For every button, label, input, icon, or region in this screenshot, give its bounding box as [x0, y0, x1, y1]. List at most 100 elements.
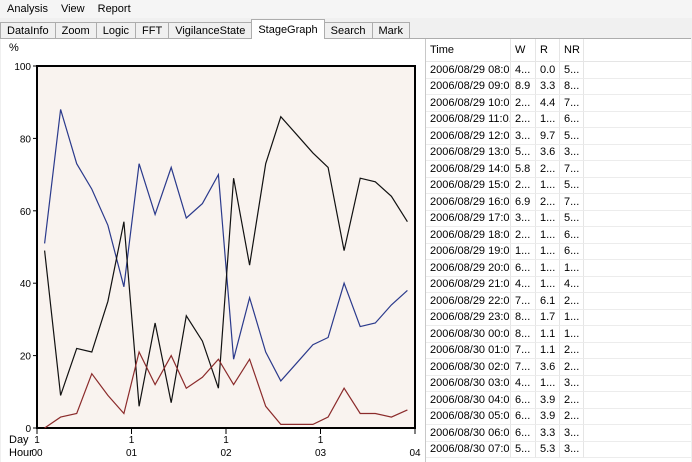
table-cell: 2006/08/30 06:0...	[426, 425, 511, 442]
table-cell: 2...	[560, 359, 584, 376]
y-unit-label: %	[9, 42, 19, 54]
table-row[interactable]: 2006/08/30 04:0... 6... 3.9 2...	[426, 392, 691, 409]
table-cell	[584, 425, 691, 442]
table-row[interactable]: 2006/08/29 20:0... 6... 1... 1...	[426, 260, 691, 277]
table-cell	[584, 178, 691, 194]
col-header-time[interactable]: Time	[426, 39, 511, 61]
table-cell: 7...	[511, 293, 536, 310]
tab-strip: DataInfo Zoom Logic FFT VigilanceState S…	[0, 19, 692, 39]
table-cell: 5...	[560, 177, 584, 194]
table-cell	[584, 62, 691, 79]
table-row[interactable]: 2006/08/30 03:0... 4... 1... 3...	[426, 375, 691, 392]
table-cell: 7...	[560, 194, 584, 211]
tab-mark[interactable]: Mark	[371, 22, 410, 39]
table-cell: 1...	[536, 177, 560, 194]
table-cell: 3...	[560, 144, 584, 161]
table-row[interactable]: 2006/08/29 09:0... 8.9 3.3 8...	[426, 78, 691, 95]
table-row[interactable]: 2006/08/29 19:0... 1... 1... 6...	[426, 243, 691, 260]
table-cell: 2...	[560, 342, 584, 359]
table-cell: 2006/08/29 11:0...	[426, 111, 511, 128]
table-cell: 2006/08/29 20:0...	[426, 260, 511, 277]
col-header-nr[interactable]: NR	[560, 39, 584, 61]
table-cell: 2006/08/29 22:0...	[426, 293, 511, 310]
table-row[interactable]: 2006/08/29 17:0... 3... 1... 5...	[426, 210, 691, 227]
table-cell: 6...	[560, 243, 584, 260]
menu-analysis[interactable]: Analysis	[0, 3, 54, 15]
menu-report[interactable]: Report	[91, 3, 137, 15]
col-header-r[interactable]: R	[536, 39, 560, 61]
table-cell: 3.3	[536, 425, 560, 442]
table-cell: 2006/08/30 00:0...	[426, 326, 511, 343]
table-row[interactable]: 2006/08/29 22:0... 7... 6.1 2...	[426, 293, 691, 310]
table-row[interactable]: 2006/08/30 05:0... 6... 3.9 2...	[426, 408, 691, 425]
table-row[interactable]: 2006/08/29 21:0... 4... 1... 4...	[426, 276, 691, 293]
table-cell: 1...	[560, 260, 584, 277]
stage-table[interactable]: Time W R NR 2006/08/29 08:0... 4... 0.0 5..…	[426, 39, 691, 462]
table-cell: 1...	[536, 210, 560, 227]
table-row[interactable]: 2006/08/30 02:0... 7... 3.6 2...	[426, 359, 691, 376]
table-cell: 1.1	[536, 342, 560, 359]
y-tick-label: 40	[20, 279, 32, 290]
table-cell: 2006/08/30 05:0...	[426, 408, 511, 425]
table-row[interactable]: 2006/08/29 08:0... 4... 0.0 5...	[426, 62, 691, 79]
table-row[interactable]: 2006/08/29 13:0... 5... 3.6 3...	[426, 144, 691, 161]
table-cell: 3.9	[536, 408, 560, 425]
table-cell	[584, 376, 691, 392]
table-body: 2006/08/29 08:0... 4... 0.0 5... 2006/08/29 …	[426, 62, 691, 458]
table-cell: 3.9	[536, 392, 560, 409]
x-tick-day-label: 1	[34, 435, 40, 446]
col-header-w[interactable]: W	[511, 39, 536, 61]
table-cell	[584, 95, 691, 112]
table-row[interactable]: 2006/08/29 11:0... 2... 1... 6...	[426, 111, 691, 128]
table-cell: 3...	[511, 128, 536, 145]
table-cell: 2006/08/29 18:0...	[426, 227, 511, 244]
table-cell: 1...	[511, 243, 536, 260]
table-row[interactable]: 2006/08/30 07:0... 5... 5.3 3...	[426, 441, 691, 458]
table-cell: 2...	[511, 111, 536, 128]
table-cell: 0.0	[536, 62, 560, 79]
table-cell: 1...	[536, 243, 560, 260]
table-cell: 3...	[560, 441, 584, 458]
x-tick-hour-label: 01	[126, 448, 138, 459]
tab-datainfo[interactable]: DataInfo	[0, 22, 56, 39]
menu-view[interactable]: View	[54, 3, 91, 15]
table-row[interactable]: 2006/08/29 14:0... 5.8 2... 7...	[426, 161, 691, 178]
table-cell: 2006/08/30 01:0...	[426, 342, 511, 359]
x-tick-day-label: 1	[129, 435, 135, 446]
tab-zoom[interactable]: Zoom	[54, 22, 97, 39]
table-row[interactable]: 2006/08/30 00:0... 8... 1.1 1...	[426, 326, 691, 343]
table-cell: 9.7	[536, 128, 560, 145]
table-cell: 2006/08/29 12:0...	[426, 128, 511, 145]
col-header-extra	[584, 39, 691, 61]
table-row[interactable]: 2006/08/29 16:0... 6.9 2... 7...	[426, 194, 691, 211]
table-row[interactable]: 2006/08/29 18:0... 2... 1... 6...	[426, 227, 691, 244]
table-row[interactable]: 2006/08/29 23:0... 8... 1.7 1...	[426, 309, 691, 326]
tab-search[interactable]: Search	[323, 22, 373, 39]
table-cell: 6...	[560, 111, 584, 128]
table-row[interactable]: 2006/08/30 06:0... 6... 3.3 3...	[426, 425, 691, 442]
tab-vigilancestate[interactable]: VigilanceState	[168, 22, 253, 39]
table-cell	[584, 310, 691, 326]
table-header: Time W R NR	[426, 39, 691, 62]
table-row[interactable]: 2006/08/30 01:0... 7... 1.1 2...	[426, 342, 691, 359]
tab-logic[interactable]: Logic	[95, 22, 137, 39]
table-cell: 2006/08/29 19:0...	[426, 243, 511, 260]
table-cell: 5...	[560, 128, 584, 145]
table-cell: 2006/08/30 02:0...	[426, 359, 511, 376]
x-tick-hour-label: 04	[409, 448, 421, 459]
table-row[interactable]: 2006/08/29 15:0... 2... 1... 5...	[426, 177, 691, 194]
table-cell: 3...	[560, 375, 584, 392]
y-tick-label: 80	[20, 134, 32, 145]
table-cell: 4...	[560, 276, 584, 293]
table-cell: 2006/08/30 03:0...	[426, 375, 511, 392]
table-cell: 7...	[560, 95, 584, 112]
table-cell: 1...	[560, 326, 584, 343]
tab-stagegraph[interactable]: StageGraph	[251, 19, 325, 39]
table-cell: 2...	[511, 177, 536, 194]
tab-fft[interactable]: FFT	[135, 22, 170, 39]
table-row[interactable]: 2006/08/29 10:0... 2... 4.4 7...	[426, 95, 691, 112]
table-cell: 1...	[536, 375, 560, 392]
table-cell	[584, 112, 691, 128]
table-cell: 6...	[560, 227, 584, 244]
table-row[interactable]: 2006/08/29 12:0... 3... 9.7 5...	[426, 128, 691, 145]
